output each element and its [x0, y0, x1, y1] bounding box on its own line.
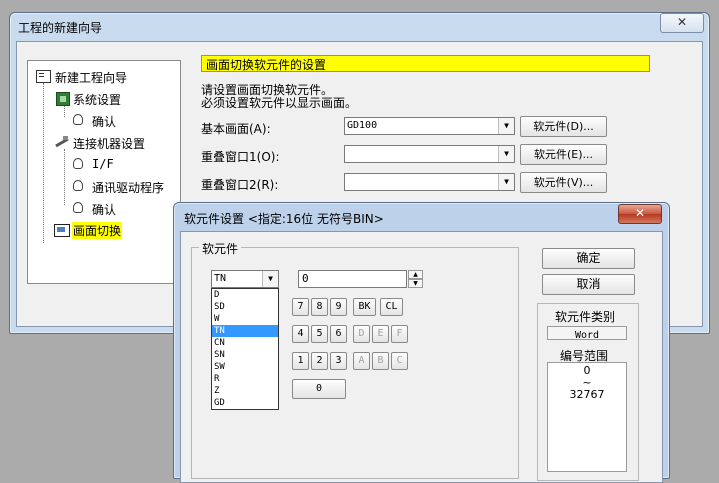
dialog-close-button[interactable]: ✕ — [618, 204, 662, 224]
device-number-value: 0 — [302, 272, 309, 285]
chevron-down-icon[interactable]: ▼ — [498, 174, 514, 190]
chevron-down-icon[interactable]: ▼ — [498, 118, 514, 134]
number-range-box: 0 ~ 32767 — [547, 362, 627, 472]
tree-item-root[interactable]: 新建工程向导 — [55, 69, 127, 86]
device-option[interactable]: W — [212, 313, 278, 325]
overlay-window-1-combo[interactable]: ▼ — [344, 145, 515, 163]
bulb-icon — [73, 114, 83, 125]
bulb-icon — [73, 180, 83, 191]
device-group-label: 软元件 — [199, 240, 242, 257]
bulb-icon — [73, 158, 83, 169]
device-button-v[interactable]: 软元件(V)... — [520, 172, 607, 193]
section-header-text: 画面切换软元件的设置 — [206, 58, 327, 72]
tree-item-confirm[interactable]: 确认 — [92, 113, 116, 130]
device-category-box: Word — [547, 326, 627, 341]
chevron-down-icon[interactable]: ▼ — [498, 146, 514, 162]
dialog-title: 软元件设置 <指定:16位 无符号BIN> — [184, 212, 384, 226]
overlay-window-2-label: 重叠窗口2(R): — [201, 178, 279, 192]
key-6[interactable]: 6 — [330, 325, 347, 343]
key-9[interactable]: 9 — [330, 298, 347, 316]
key-backspace[interactable]: BK — [353, 298, 376, 316]
device-type-combo[interactable]: TN ▼ — [211, 270, 279, 288]
device-option[interactable]: CN — [212, 337, 278, 349]
device-number-input[interactable]: 0 — [298, 270, 407, 288]
key-2[interactable]: 2 — [311, 352, 328, 370]
key-5[interactable]: 5 — [311, 325, 328, 343]
device-category-label: 软元件类别 — [555, 310, 616, 324]
base-screen-label: 基本画面(A): — [201, 122, 271, 136]
wizard-tree: 新建工程向导 系统设置 确认 连接机器设置 I/F 通讯驱动程序 确认 画面切换 — [27, 60, 181, 284]
key-b[interactable]: B — [372, 352, 389, 370]
device-type-list[interactable]: D SD W TN CN SN SW R Z GD — [211, 288, 279, 410]
tree-item-confirm-2[interactable]: 确认 — [92, 201, 116, 218]
device-type-value: TN — [214, 273, 227, 284]
key-f[interactable]: F — [391, 325, 408, 343]
device-option[interactable]: D — [212, 289, 278, 301]
key-a[interactable]: A — [353, 352, 370, 370]
overlay-window-2-combo[interactable]: ▼ — [344, 173, 515, 191]
key-c[interactable]: C — [391, 352, 408, 370]
key-4[interactable]: 4 — [292, 325, 309, 343]
device-category-value: Word — [574, 330, 600, 341]
key-3[interactable]: 3 — [330, 352, 347, 370]
base-screen-combo[interactable]: GD100 ▼ — [344, 117, 515, 135]
tree-connector — [64, 105, 65, 117]
tree-item-screen-switching[interactable]: 画面切换 — [72, 222, 123, 239]
tree-item-system-settings[interactable]: 系统设置 — [73, 91, 121, 108]
range-max: 32767 — [569, 388, 605, 401]
ok-button[interactable]: 确定 — [542, 248, 635, 269]
wizard-title: 工程的新建向导 — [18, 21, 103, 35]
key-clear[interactable]: CL — [380, 298, 403, 316]
tree-connector — [43, 83, 44, 243]
device-option[interactable]: Z — [212, 385, 278, 397]
key-0[interactable]: 0 — [292, 379, 346, 399]
device-option-selected[interactable]: TN — [212, 325, 278, 337]
chevron-down-icon[interactable]: ▼ — [262, 271, 278, 287]
device-button-e[interactable]: 软元件(E)... — [520, 144, 607, 165]
tree-connector — [64, 149, 65, 205]
key-8[interactable]: 8 — [311, 298, 328, 316]
bulb-icon — [73, 202, 83, 213]
device-settings-dialog: 软元件设置 <指定:16位 无符号BIN> ✕ 软元件 TN ▼ D SD W … — [173, 202, 670, 483]
key-e[interactable]: E — [372, 325, 389, 343]
overlay-window-1-label: 重叠窗口1(O): — [201, 150, 280, 164]
spinner-up-button[interactable]: ▲ — [408, 270, 423, 279]
device-option[interactable]: SD — [212, 301, 278, 313]
device-button-d[interactable]: 软元件(D)... — [520, 116, 607, 137]
device-option[interactable]: SN — [212, 349, 278, 361]
screen-icon — [54, 224, 70, 237]
dialog-client: 软元件 TN ▼ D SD W TN CN SN SW R Z GD 0 ▲ ▼… — [180, 231, 663, 483]
device-option[interactable]: GD — [212, 397, 278, 409]
device-option[interactable]: R — [212, 373, 278, 385]
tree-item-driver[interactable]: 通讯驱动程序 — [92, 179, 164, 196]
key-7[interactable]: 7 — [292, 298, 309, 316]
device-option[interactable]: SW — [212, 361, 278, 373]
description-line-2: 必须设置软元件以显示画面。 — [201, 96, 358, 110]
tree-item-connection[interactable]: 连接机器设置 — [73, 135, 145, 152]
section-header: 画面切换软元件的设置 — [201, 55, 650, 72]
wizard-root-icon — [36, 70, 51, 83]
wizard-close-button[interactable]: ✕ — [660, 13, 704, 33]
cancel-button[interactable]: 取消 — [542, 274, 635, 295]
system-settings-icon — [56, 92, 70, 106]
spinner-down-button[interactable]: ▼ — [408, 279, 423, 288]
key-d[interactable]: D — [353, 325, 370, 343]
key-1[interactable]: 1 — [292, 352, 309, 370]
tree-item-interface[interactable]: I/F — [92, 157, 114, 171]
connection-icon — [55, 135, 69, 148]
base-screen-value: GD100 — [347, 120, 378, 131]
